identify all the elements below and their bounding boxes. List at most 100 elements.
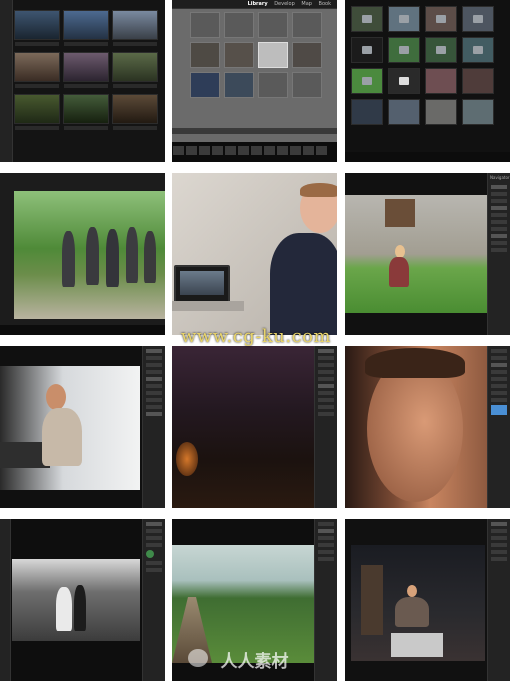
desk [172, 301, 244, 311]
main-photo [345, 346, 487, 508]
thumbnail[interactable] [388, 6, 420, 32]
thumbnail[interactable] [190, 12, 220, 38]
folder-icon [362, 46, 372, 54]
develop-photo-screenshot: Navigator [345, 173, 510, 335]
main-photo [345, 195, 487, 313]
folder-icon [473, 46, 483, 54]
library-module-screenshot: Library Develop Map Book [172, 0, 337, 162]
thumbnail[interactable] [258, 72, 288, 98]
selected-swatch[interactable] [491, 405, 507, 415]
laptop [174, 265, 230, 305]
left-panel [0, 0, 13, 162]
couple [395, 597, 429, 627]
thumbnail[interactable] [388, 37, 420, 63]
thumbnail[interactable] [63, 52, 109, 88]
presenter-video-frame [172, 173, 337, 335]
folder-browser-screenshot [345, 0, 510, 162]
thumbnail[interactable] [224, 42, 254, 68]
thumbnail[interactable] [190, 42, 220, 68]
folder-grid [351, 6, 494, 125]
develop-panel [314, 346, 337, 508]
person [86, 227, 99, 285]
thumbnail[interactable] [224, 72, 254, 98]
thumbnail[interactable] [425, 6, 457, 32]
thumbnail[interactable] [425, 68, 457, 94]
left-panel [0, 519, 11, 681]
toggle-icon[interactable] [146, 550, 154, 558]
module-picker: Library Develop Map Book [172, 0, 337, 9]
thumbnail[interactable] [351, 6, 383, 32]
develop-panel [487, 519, 510, 681]
main-photo [14, 191, 165, 319]
thumbnail[interactable] [63, 10, 109, 46]
develop-screenshot-laptop [0, 346, 165, 508]
thumbnail[interactable] [14, 94, 60, 130]
thumbnail[interactable] [351, 68, 383, 94]
person [144, 231, 156, 283]
folder-icon [436, 46, 446, 54]
thumbnail[interactable] [425, 37, 457, 63]
photo-grid [14, 10, 158, 130]
thumbnail[interactable] [112, 94, 158, 130]
bride [56, 587, 72, 631]
main-photo [172, 545, 314, 663]
couch [391, 633, 443, 657]
person [106, 229, 119, 287]
thumbnail[interactable] [292, 72, 322, 98]
panel-title: Navigator [490, 175, 510, 180]
main-photo [172, 346, 314, 508]
thumbnail[interactable] [425, 99, 457, 125]
thumbnail[interactable] [14, 52, 60, 88]
thumbnail[interactable] [14, 10, 60, 46]
develop-panel [142, 519, 165, 681]
folder-icon [436, 15, 446, 23]
thumbnail[interactable] [292, 12, 322, 38]
person [62, 231, 75, 287]
thumbnail[interactable] [388, 68, 420, 94]
folder-icon [362, 15, 372, 23]
thumbnail[interactable] [190, 72, 220, 98]
thumbnail[interactable] [224, 12, 254, 38]
shelf [361, 565, 383, 635]
main-photo [12, 559, 140, 641]
window [385, 199, 415, 227]
thumbnail[interactable] [462, 68, 494, 94]
watermark-bottom: 人人素材 [220, 652, 289, 672]
photo-grid [190, 12, 322, 98]
bw-wedding-screenshot [0, 519, 165, 681]
presenter-body [270, 233, 337, 335]
folder-icon [473, 15, 483, 23]
subject-head [407, 585, 417, 597]
thumbnail[interactable] [462, 37, 494, 63]
thumbnail[interactable] [462, 99, 494, 125]
tab-book[interactable]: Book [319, 1, 331, 7]
thumbnail[interactable] [351, 37, 383, 63]
thumbnail[interactable] [388, 99, 420, 125]
couple-screenshot [345, 519, 510, 681]
develop-panel: Navigator [487, 173, 510, 335]
develop-screenshot-dusk [172, 346, 337, 508]
main-photo [351, 545, 485, 661]
thumbnail[interactable] [63, 94, 109, 130]
thumbnail-selected[interactable] [258, 42, 288, 68]
subject-head [46, 384, 66, 410]
toolbar [172, 128, 337, 134]
develop-panel [487, 346, 510, 508]
thumbnail[interactable] [292, 42, 322, 68]
thumbnail[interactable] [112, 10, 158, 46]
thumbnail[interactable] [112, 52, 158, 88]
filmstrip [345, 152, 510, 162]
thumbnail[interactable] [462, 6, 494, 32]
library-grid-screenshot [0, 0, 165, 162]
subject [42, 408, 82, 466]
person [126, 227, 138, 283]
thumbnail[interactable] [351, 99, 383, 125]
develop-panel [142, 346, 165, 508]
tab-develop[interactable]: Develop [274, 1, 295, 7]
tab-library[interactable]: Library [248, 1, 268, 7]
tab-map[interactable]: Map [301, 1, 312, 7]
groom [74, 585, 86, 631]
develop-screenshot-portrait [345, 346, 510, 508]
thumbnail[interactable] [258, 12, 288, 38]
groomsmen-photo-screenshot [0, 173, 165, 335]
